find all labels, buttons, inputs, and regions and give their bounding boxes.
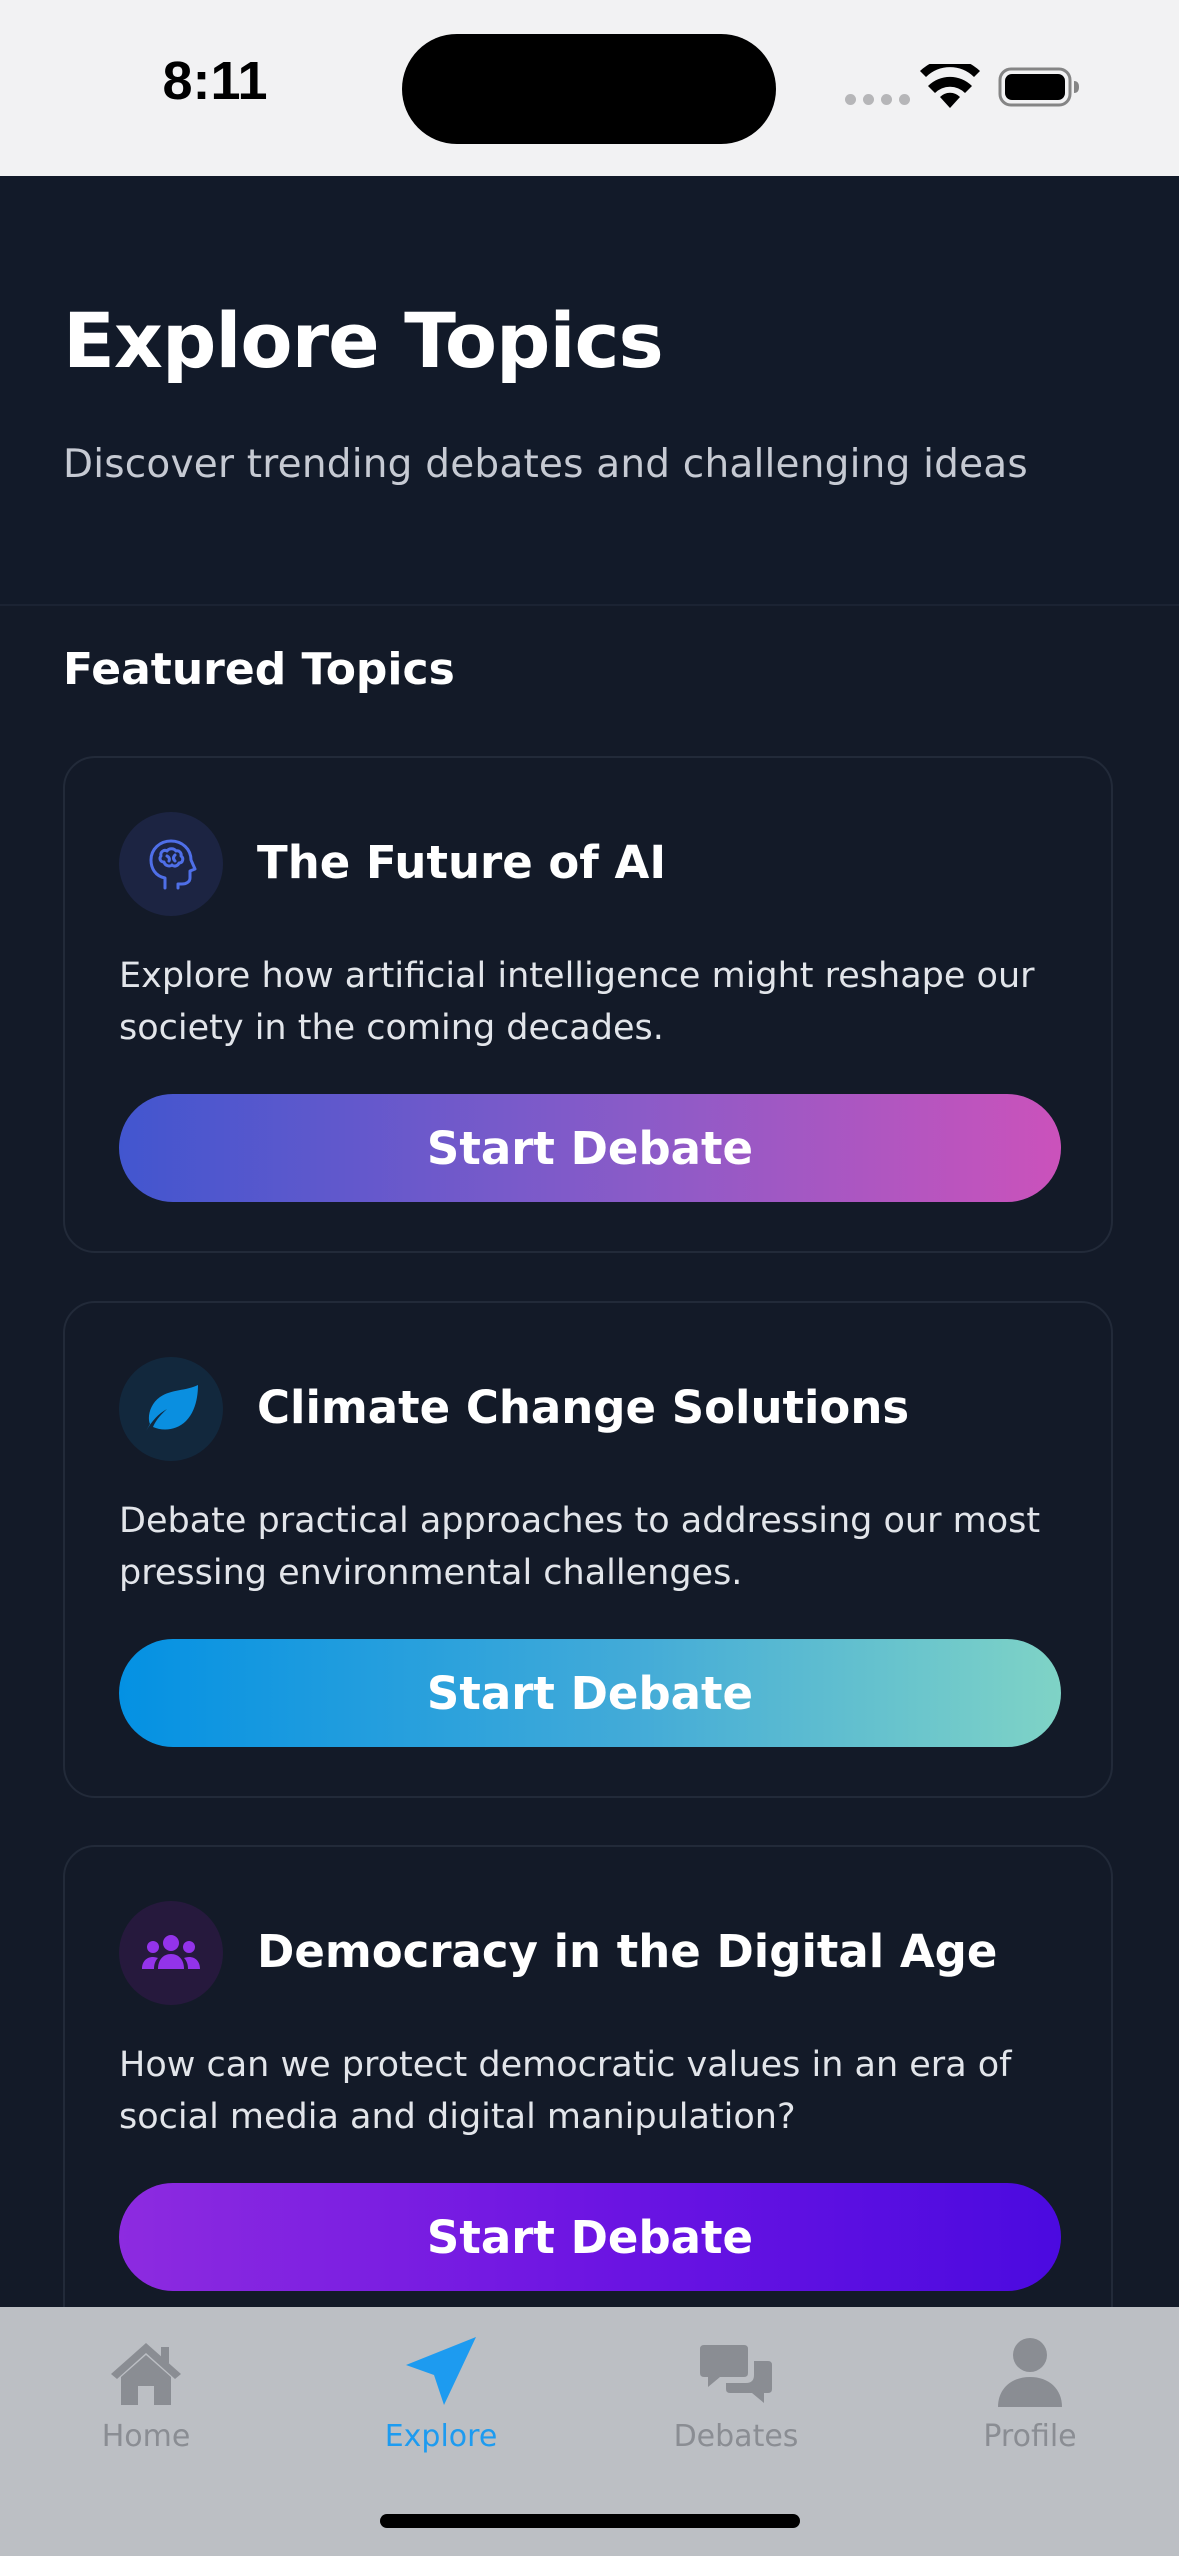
- topic-card-ai: The Future of AI Explore how artificial …: [63, 756, 1113, 1253]
- user-icon: [997, 2325, 1063, 2407]
- chat-bubbles-icon: [698, 2325, 774, 2407]
- topic-card-democracy: Democracy in the Digital Age How can we …: [63, 1845, 1113, 2342]
- tab-label: Profile: [983, 2419, 1077, 2454]
- tab-label: Explore: [384, 2419, 498, 2454]
- paper-plane-icon: [404, 2325, 478, 2407]
- people-group-icon: [119, 1901, 223, 2005]
- tab-home[interactable]: Home: [26, 2325, 266, 2475]
- cellular-signal-icon: [845, 94, 910, 105]
- home-indicator: [380, 2514, 800, 2528]
- topic-title: Democracy in the Digital Age: [257, 1925, 998, 1978]
- status-time: 8:11: [162, 51, 268, 111]
- topic-title: Climate Change Solutions: [257, 1381, 910, 1434]
- start-debate-button[interactable]: Start Debate: [119, 1094, 1061, 1202]
- topic-title: The Future of AI: [257, 836, 667, 889]
- topic-description: Debate practical approaches to addressin…: [119, 1501, 1041, 1593]
- start-debate-button[interactable]: Start Debate: [119, 1639, 1061, 1747]
- brain-head-icon: [119, 812, 223, 916]
- start-debate-button[interactable]: Start Debate: [119, 2183, 1061, 2291]
- topic-description: How can we protect democratic values in …: [119, 2045, 1012, 2137]
- topic-card-climate: Climate Change Solutions Debate practica…: [63, 1301, 1113, 1798]
- tab-bar: Home Explore Debates Profile: [0, 2307, 1179, 2556]
- page-title: Explore Topics: [63, 296, 664, 385]
- tab-label: Home: [101, 2419, 191, 2454]
- home-icon: [109, 2325, 183, 2407]
- wifi-icon: [920, 64, 980, 108]
- dynamic-island: [402, 34, 776, 144]
- section-title-featured: Featured Topics: [63, 644, 455, 695]
- status-bar: 8:11: [0, 0, 1179, 176]
- leaf-icon: [119, 1357, 223, 1461]
- page-header: Explore Topics Discover trending debates…: [0, 176, 1179, 606]
- tab-profile[interactable]: Profile: [910, 2325, 1150, 2475]
- tab-debates[interactable]: Debates: [616, 2325, 856, 2475]
- battery-icon: [998, 67, 1079, 107]
- page-subtitle: Discover trending debates and challengin…: [63, 442, 1028, 487]
- tab-explore[interactable]: Explore: [321, 2325, 561, 2475]
- tab-label: Debates: [673, 2419, 799, 2454]
- topic-description: Explore how artificial intelligence migh…: [119, 956, 1035, 1048]
